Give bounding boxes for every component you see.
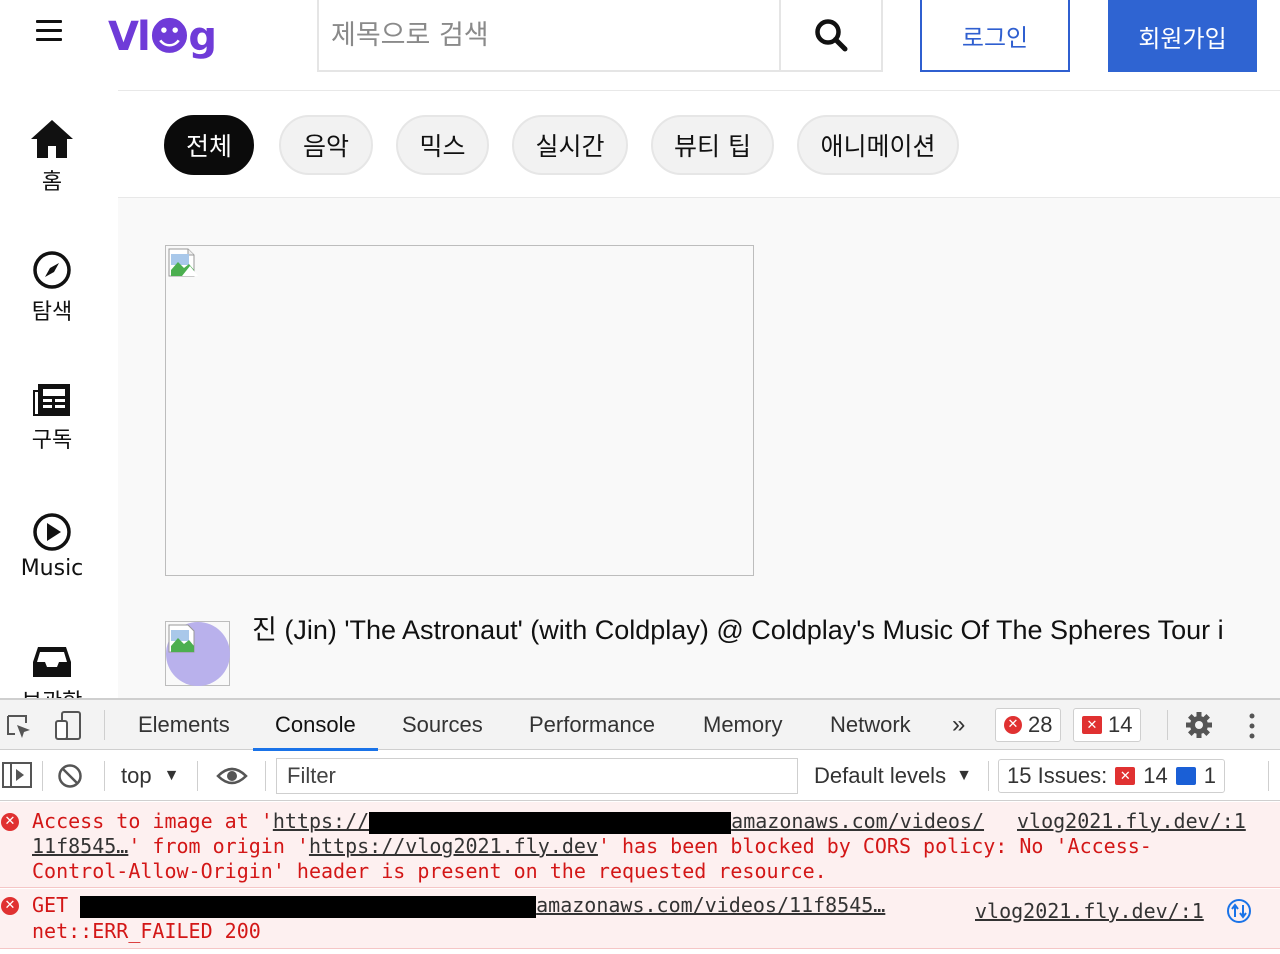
sidebar-item-label: 구독 bbox=[31, 428, 73, 453]
dropdown-arrow-icon: ▼ bbox=[163, 767, 180, 784]
sidebar-item-label: 탐색 bbox=[31, 300, 73, 325]
issues-badge[interactable]: 15 Issues: ✕ 14 1 bbox=[998, 759, 1226, 793]
compass-icon bbox=[33, 251, 71, 289]
logo[interactable]: Vl☻g bbox=[108, 14, 217, 60]
error-count: 28 bbox=[1028, 712, 1053, 737]
log-levels-select[interactable]: Default levels ▼ bbox=[814, 763, 972, 789]
video-thumbnail[interactable] bbox=[165, 245, 754, 576]
inspect-element-icon[interactable] bbox=[6, 714, 32, 740]
tab-console[interactable]: Console bbox=[253, 700, 378, 751]
sidebar-item-label: Music bbox=[20, 556, 84, 581]
image-url-link-cont[interactable]: 11f8545… bbox=[32, 834, 128, 858]
error-line: Control-Allow-Origin' header is present … bbox=[32, 859, 827, 883]
issue-error-icon: ✕ bbox=[1115, 767, 1136, 785]
inbox-icon bbox=[33, 647, 71, 677]
menu-icon[interactable] bbox=[36, 20, 62, 42]
live-expression-eye-icon[interactable] bbox=[216, 765, 248, 787]
error-count-badge[interactable]: ✕ 28 bbox=[995, 708, 1062, 742]
log-levels-value: Default levels bbox=[814, 763, 947, 788]
sidebar-item-music[interactable]: Music bbox=[0, 512, 104, 581]
more-tabs-icon[interactable]: » bbox=[952, 700, 965, 750]
origin-link[interactable]: https://vlog2021.fly.dev bbox=[309, 834, 598, 858]
issues-info-count: 1 bbox=[1203, 763, 1217, 788]
context-select[interactable]: top ▼ bbox=[121, 763, 179, 789]
tab-elements[interactable]: Elements bbox=[138, 700, 230, 750]
sidebar-toggle-icon[interactable] bbox=[2, 762, 32, 788]
chip-mix[interactable]: 믹스 bbox=[396, 115, 489, 175]
search-icon bbox=[815, 19, 848, 52]
broken-image-icon bbox=[168, 624, 195, 653]
redacted-region bbox=[369, 811, 732, 834]
search-input[interactable] bbox=[317, 0, 781, 72]
console-filter-input[interactable] bbox=[276, 758, 798, 794]
error-icon: ✕ bbox=[1004, 716, 1022, 734]
devtools-panel: Elements Console Sources Performance Mem… bbox=[0, 698, 1280, 954]
image-url-link[interactable]: https://amazonaws.com/videos/ bbox=[273, 809, 984, 834]
sidebar-item-explore[interactable]: 탐색 bbox=[0, 250, 104, 326]
home-icon bbox=[31, 120, 73, 158]
tab-sources[interactable]: Sources bbox=[402, 700, 483, 750]
devtools-tabbar: Elements Console Sources Performance Mem… bbox=[0, 700, 1280, 751]
category-chips: 전체 음악 믹스 실시간 뷰티 팁 애니메이션 bbox=[118, 90, 1280, 198]
tab-network[interactable]: Network bbox=[830, 700, 911, 750]
more-options-icon[interactable] bbox=[1246, 712, 1258, 740]
warning-count-badge[interactable]: ✕ 14 bbox=[1073, 708, 1142, 742]
chip-music[interactable]: 음악 bbox=[279, 115, 373, 175]
tab-memory[interactable]: Memory bbox=[703, 700, 782, 750]
error-line: net::ERR_FAILED 200 bbox=[32, 919, 261, 943]
subscriptions-icon bbox=[33, 384, 70, 416]
channel-avatar[interactable] bbox=[165, 621, 230, 686]
search-button[interactable] bbox=[781, 0, 883, 72]
video-title[interactable]: 진 (Jin) 'The Astronaut' (with Coldplay) … bbox=[252, 616, 1252, 645]
source-link[interactable]: vlog2021.fly.dev/:1 bbox=[1017, 809, 1246, 834]
source-link[interactable]: vlog2021.fly.dev/:1 bbox=[975, 899, 1204, 924]
sidebar-item-subscriptions[interactable]: 구독 bbox=[0, 382, 104, 454]
chip-beauty-tips[interactable]: 뷰티 팁 bbox=[651, 115, 774, 175]
dropdown-arrow-icon: ▼ bbox=[956, 767, 972, 784]
issues-label: 15 Issues: bbox=[1007, 763, 1108, 788]
sidebar: 홈 탐색 구독 Music 보관함 bbox=[0, 90, 118, 698]
error-line: Access to image at 'https://amazonaws.co… bbox=[32, 809, 985, 834]
video-feed: 진 (Jin) 'The Astronaut' (with Coldplay) … bbox=[118, 198, 1280, 698]
sidebar-item-label: 홈 bbox=[41, 170, 63, 195]
sidebar-item-library[interactable]: 보관함 bbox=[0, 644, 104, 698]
network-request-icon[interactable] bbox=[1226, 898, 1252, 924]
clear-console-icon[interactable] bbox=[57, 763, 83, 789]
error-icon: ✕ bbox=[1, 813, 19, 831]
settings-gear-icon[interactable] bbox=[1185, 711, 1213, 739]
warning-count: 14 bbox=[1108, 712, 1133, 737]
chip-all[interactable]: 전체 bbox=[164, 115, 254, 175]
error-line: GET amazonaws.com/videos/11f8545… bbox=[32, 893, 886, 918]
sidebar-item-label: 보관함 bbox=[22, 684, 83, 698]
issue-info-icon bbox=[1175, 767, 1196, 785]
console-error-message: ✕ GET amazonaws.com/videos/11f8545… net::… bbox=[0, 889, 1280, 949]
error-line: 11f8545…' from origin 'https://vlog2021.… bbox=[32, 834, 1152, 858]
redacted-region bbox=[80, 895, 537, 918]
play-circle-icon bbox=[33, 513, 71, 551]
chip-animation[interactable]: 애니메이션 bbox=[797, 115, 959, 175]
login-button[interactable]: 로그인 bbox=[920, 0, 1070, 72]
signup-button[interactable]: 회원가입 bbox=[1108, 0, 1257, 72]
console-error-message: ✕ Access to image at 'https://amazonaws.… bbox=[0, 802, 1280, 888]
context-value: top bbox=[121, 763, 152, 788]
request-url-link[interactable]: amazonaws.com/videos/11f8545… bbox=[536, 893, 885, 917]
device-toolbar-icon[interactable] bbox=[54, 711, 82, 741]
console-toolbar: top ▼ Default levels ▼ 15 Issues: ✕ 14 1 bbox=[0, 751, 1280, 801]
tab-performance[interactable]: Performance bbox=[529, 700, 655, 750]
sidebar-item-home[interactable]: 홈 bbox=[0, 118, 104, 196]
error-icon: ✕ bbox=[1, 897, 19, 915]
chip-live[interactable]: 실시간 bbox=[512, 115, 628, 175]
issue-error-icon: ✕ bbox=[1082, 716, 1102, 734]
broken-image-icon bbox=[168, 248, 198, 277]
issues-error-count: 14 bbox=[1143, 763, 1168, 788]
